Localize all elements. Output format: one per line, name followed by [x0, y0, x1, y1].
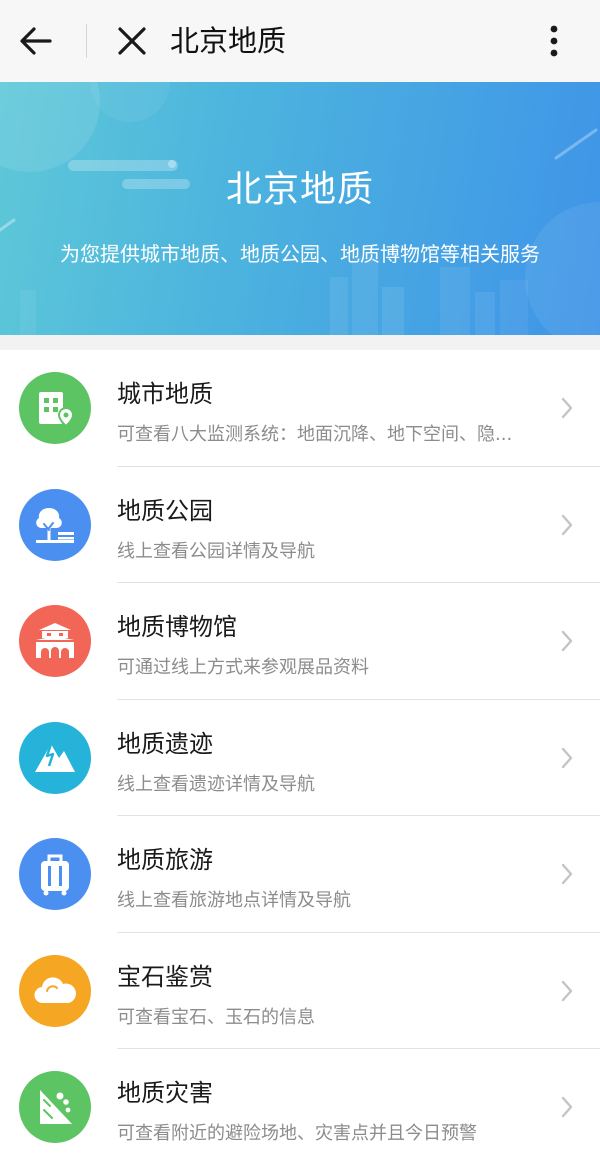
chevron-right-icon [561, 514, 573, 535]
more-button[interactable] [524, 11, 584, 71]
chevron-right-icon [561, 863, 573, 885]
item-description: 可查看八大监测系统：地面沉降、地下空间、隐... [117, 424, 513, 445]
item-title: 地质博物馆 [117, 613, 237, 641]
chevron-right-icon [561, 747, 573, 768]
museum-gate-icon [19, 605, 91, 677]
page-title: 北京地质 [170, 24, 287, 58]
item-description: 可查看宝石、玉石的信息 [117, 1006, 315, 1028]
list-item-geo-tourism[interactable]: 地质旅游 线上查看旅游地点详情及导航 [0, 816, 600, 933]
banner-subtitle: 为您提供城市地质、地质公园、地质博物馆等相关服务 [60, 242, 540, 266]
banner-title: 北京地质 [225, 169, 374, 210]
list-item-urban-geology[interactable]: 城市地质 可查看八大监测系统：地面沉降、地下空间、隐... [0, 350, 600, 467]
suitcase-icon [19, 838, 91, 910]
close-button[interactable] [102, 11, 162, 71]
more-vertical-icon [550, 25, 558, 57]
item-title: 宝石鉴赏 [117, 962, 213, 991]
building-location-icon [19, 372, 91, 444]
chevron-right-icon [561, 980, 573, 1001]
close-icon [118, 27, 146, 55]
park-tree-bench-icon [19, 488, 91, 561]
chevron-right-icon [561, 397, 573, 419]
item-description: 可查看附近的避险场地、灾害点并且今日预警 [117, 1123, 477, 1144]
list-item-geology-museum[interactable]: 地质博物馆 可通过线上方式来参观展品资料 [0, 583, 600, 700]
arrow-left-icon [20, 27, 52, 55]
chevron-right-icon [561, 1096, 573, 1118]
top-bar: 北京地质 [0, 0, 600, 83]
list-item-geological-relics[interactable]: 地质遗迹 线上查看遗迹详情及导航 [0, 700, 600, 816]
item-title: 地质公园 [117, 496, 213, 525]
topbar-divider [86, 24, 87, 58]
item-description: 线上查看公园详情及导航 [117, 540, 315, 562]
back-button[interactable] [6, 11, 66, 71]
hero-banner: 北京地质 为您提供城市地质、地质公园、地质博物馆等相关服务 [0, 82, 600, 335]
item-title: 城市地质 [117, 380, 213, 408]
landslide-icon [19, 1071, 91, 1143]
list-item-geopark[interactable]: 地质公园 线上查看公园详情及导航 [0, 467, 600, 583]
list-item-gem-appreciation[interactable]: 宝石鉴赏 可查看宝石、玉石的信息 [0, 933, 600, 1049]
item-title: 地质遗迹 [117, 729, 213, 758]
mountain-icon [19, 721, 91, 794]
item-title: 地质灾害 [117, 1079, 213, 1107]
item-description: 线上查看遗迹详情及导航 [117, 773, 315, 795]
cloud-gem-icon [19, 954, 91, 1027]
item-description: 线上查看旅游地点详情及导航 [117, 890, 351, 911]
item-description: 可通过线上方式来参观展品资料 [117, 657, 369, 678]
list-item-geo-hazards[interactable]: 地质灾害 可查看附近的避险场地、灾害点并且今日预警 [0, 1049, 600, 1166]
service-list: 城市地质 可查看八大监测系统：地面沉降、地下空间、隐... 地质公园 线上查看公… [0, 350, 600, 1166]
chevron-right-icon [561, 630, 573, 652]
item-title: 地质旅游 [117, 846, 213, 874]
